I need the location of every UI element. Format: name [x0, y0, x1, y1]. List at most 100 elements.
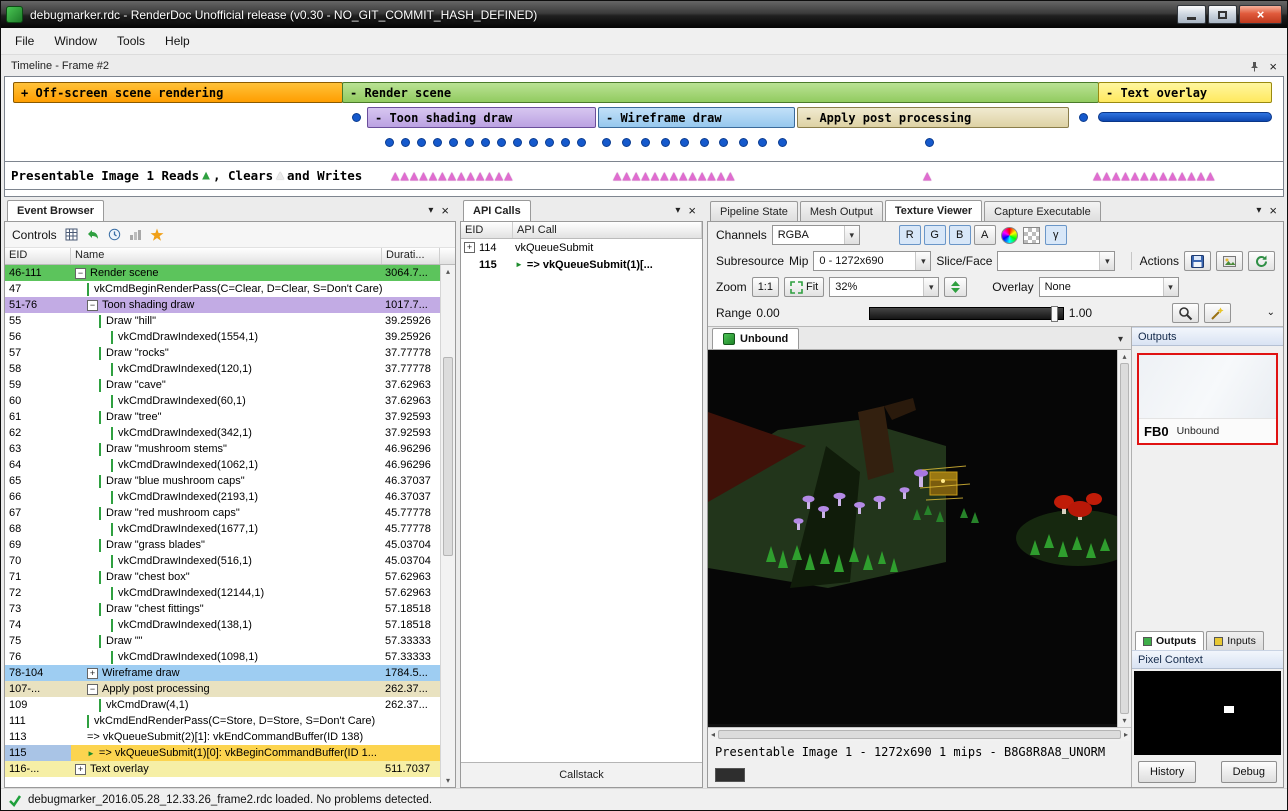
- timeline-bar[interactable]: - Text overlay: [1098, 82, 1272, 103]
- tab-mesh-output[interactable]: Mesh Output: [800, 201, 883, 221]
- checkerboard-icon[interactable]: [1023, 227, 1040, 244]
- api-call-row[interactable]: +114vkQueueSubmit: [461, 239, 702, 256]
- close-button[interactable]: ×: [1239, 5, 1282, 24]
- timeline-draw-dot[interactable]: [417, 138, 426, 147]
- minimize-button[interactable]: [1177, 5, 1206, 24]
- scrollbar-thumb[interactable]: [718, 730, 1121, 739]
- timeline-draw-dot[interactable]: [758, 138, 767, 147]
- timeline-draw-bar[interactable]: [1098, 112, 1272, 122]
- event-row[interactable]: 75Draw ""57.33333: [5, 633, 440, 649]
- range-slider-thumb[interactable]: [1051, 306, 1058, 322]
- export-image-button[interactable]: [1216, 251, 1243, 271]
- timeline-draw-dot[interactable]: [545, 138, 554, 147]
- channel-r-button[interactable]: R: [899, 225, 921, 245]
- event-row[interactable]: 71Draw "chest box"57.62963: [5, 569, 440, 585]
- timeline-draw-dot[interactable]: [925, 138, 934, 147]
- channels-dropdown[interactable]: RGBA▾: [772, 225, 860, 245]
- event-row[interactable]: 55Draw "hill"39.25926: [5, 313, 440, 329]
- timeline-event-dot[interactable]: [1079, 113, 1088, 122]
- timeline-draw-dot[interactable]: [602, 138, 611, 147]
- menu-item-tools[interactable]: Tools: [107, 29, 155, 53]
- column-api-call[interactable]: API Call: [513, 222, 702, 238]
- event-row[interactable]: 67Draw "red mushroom caps"45.77778: [5, 505, 440, 521]
- event-row[interactable]: 116-...+Text overlay511.7037: [5, 761, 440, 777]
- timeline-draw-dot[interactable]: [513, 138, 522, 147]
- pin-icon[interactable]: [1249, 61, 1260, 72]
- slice-face-dropdown[interactable]: ▾: [997, 251, 1115, 271]
- column-eid[interactable]: EID: [5, 248, 71, 264]
- viewport-horizontal-scrollbar[interactable]: ◂▸: [708, 727, 1131, 741]
- chart-icon[interactable]: [129, 228, 142, 241]
- collapse-icon[interactable]: −: [75, 268, 86, 279]
- scroll-down-icon[interactable]: ▾: [446, 774, 450, 787]
- timeline-draw-dot[interactable]: [680, 138, 689, 147]
- event-row[interactable]: 66vkCmdDrawIndexed(2193,1)46.37037: [5, 489, 440, 505]
- channel-g-button[interactable]: G: [924, 225, 946, 245]
- overlay-dropdown[interactable]: None▾: [1039, 277, 1179, 297]
- scroll-up-icon[interactable]: ▴: [446, 265, 450, 278]
- event-row[interactable]: 73Draw "chest fittings"57.18518: [5, 601, 440, 617]
- event-row[interactable]: 63Draw "mushroom stems"46.96296: [5, 441, 440, 457]
- timeline-draw-dot[interactable]: [385, 138, 394, 147]
- debug-button[interactable]: Debug: [1221, 761, 1277, 783]
- scrollbar-thumb[interactable]: [1120, 363, 1129, 714]
- zoom-1to1-button[interactable]: 1:1: [752, 277, 779, 297]
- menu-item-file[interactable]: File: [5, 29, 44, 53]
- timeline-bar[interactable]: - Wireframe draw: [598, 107, 795, 128]
- event-row[interactable]: 62vkCmdDrawIndexed(342,1)37.92593: [5, 425, 440, 441]
- event-row[interactable]: 64vkCmdDrawIndexed(1062,1)46.96296: [5, 457, 440, 473]
- chevron-down-icon[interactable]: ▾: [675, 206, 680, 216]
- tab-texture-viewer[interactable]: Texture Viewer: [885, 200, 982, 221]
- texture-tab-unbound[interactable]: Unbound: [712, 328, 799, 349]
- history-button[interactable]: History: [1138, 761, 1196, 783]
- range-slider[interactable]: [869, 307, 1064, 320]
- timeline-draw-dot[interactable]: [719, 138, 728, 147]
- close-icon[interactable]: ×: [441, 204, 449, 217]
- expand-icon[interactable]: +: [464, 242, 475, 253]
- event-row[interactable]: 113=> vkQueueSubmit(2)[1]: vkEndCommandB…: [5, 729, 440, 745]
- texture-viewport[interactable]: ▴▾: [708, 350, 1131, 727]
- flip-y-button[interactable]: [944, 277, 967, 297]
- event-browser-scrollbar[interactable]: ▴ ▾: [440, 265, 455, 787]
- timeline-header[interactable]: Timeline - Frame #2 ×: [4, 56, 1284, 76]
- event-row[interactable]: 70vkCmdDrawIndexed(516,1)45.03704: [5, 553, 440, 569]
- timeline-draw-dot[interactable]: [700, 138, 709, 147]
- column-eid[interactable]: EID: [461, 222, 513, 238]
- colorwheel-icon[interactable]: [1001, 227, 1018, 244]
- close-icon[interactable]: ×: [688, 204, 696, 217]
- event-row[interactable]: 72vkCmdDrawIndexed(12144,1)57.62963: [5, 585, 440, 601]
- tab-event-browser[interactable]: Event Browser: [7, 200, 104, 221]
- refresh-times-icon[interactable]: [86, 228, 100, 241]
- chevron-down-icon[interactable]: ▾: [1256, 206, 1261, 216]
- column-name[interactable]: Name: [71, 248, 382, 264]
- tab-capture-executable[interactable]: Capture Executable: [984, 201, 1101, 221]
- timeline-draw-dot[interactable]: [401, 138, 410, 147]
- menu-item-window[interactable]: Window: [44, 29, 107, 53]
- timeline-draw-dot[interactable]: [661, 138, 670, 147]
- tab-inputs[interactable]: Inputs: [1206, 631, 1264, 650]
- gamma-button[interactable]: γ: [1045, 225, 1067, 245]
- collapse-icon[interactable]: −: [87, 300, 98, 311]
- event-row[interactable]: 58vkCmdDrawIndexed(120,1)37.77778: [5, 361, 440, 377]
- zoom-dropdown[interactable]: 32%▾: [829, 277, 939, 297]
- timeline-draw-dot[interactable]: [622, 138, 631, 147]
- event-row[interactable]: 74vkCmdDrawIndexed(138,1)57.18518: [5, 617, 440, 633]
- fb0-thumbnail[interactable]: FB0 Unbound: [1137, 353, 1278, 445]
- callstack-section[interactable]: Callstack: [461, 762, 702, 787]
- clock-icon[interactable]: [108, 228, 121, 241]
- fit-button[interactable]: Fit: [784, 277, 824, 297]
- tab-outputs[interactable]: Outputs: [1135, 631, 1204, 650]
- timeline-draw-dot[interactable]: [529, 138, 538, 147]
- event-row[interactable]: 111vkCmdEndRenderPass(C=Store, D=Store, …: [5, 713, 440, 729]
- timeline-bar[interactable]: - Render scene: [342, 82, 1099, 103]
- fb0-preview[interactable]: [1139, 355, 1276, 419]
- close-icon[interactable]: ×: [1269, 204, 1277, 217]
- timeline-draw-dot[interactable]: [433, 138, 442, 147]
- event-row[interactable]: 76vkCmdDrawIndexed(1098,1)57.33333: [5, 649, 440, 665]
- column-duration[interactable]: Durati...: [382, 248, 440, 264]
- menu-item-help[interactable]: Help: [155, 29, 200, 53]
- tab-api-calls[interactable]: API Calls: [463, 200, 531, 221]
- event-row[interactable]: 47vkCmdBeginRenderPass(C=Clear, D=Clear,…: [5, 281, 440, 297]
- zoom-range-button[interactable]: [1172, 303, 1199, 323]
- bookmark-star-icon[interactable]: [150, 228, 164, 242]
